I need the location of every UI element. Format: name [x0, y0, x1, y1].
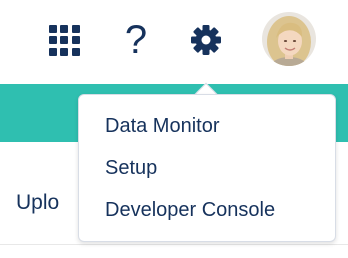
app-launcher-button[interactable]: [44, 20, 84, 60]
menu-item-developer-console[interactable]: Developer Console: [105, 199, 275, 222]
setup-button[interactable]: [186, 20, 226, 60]
help-icon: ?: [124, 18, 148, 62]
user-avatar[interactable]: [262, 12, 316, 66]
app-launcher-icon: [48, 24, 80, 56]
global-header: ?: [0, 0, 348, 84]
page-title: Uplo: [16, 191, 60, 214]
menu-item-data-monitor[interactable]: Data Monitor: [105, 115, 220, 138]
menu-item-setup[interactable]: Setup: [105, 157, 157, 180]
setup-menu-dropdown: Data Monitor Setup Developer Console: [78, 94, 336, 242]
gear-icon: [191, 25, 221, 55]
avatar-image: [262, 12, 316, 66]
help-button[interactable]: ?: [116, 16, 156, 64]
content-divider: [0, 244, 348, 245]
